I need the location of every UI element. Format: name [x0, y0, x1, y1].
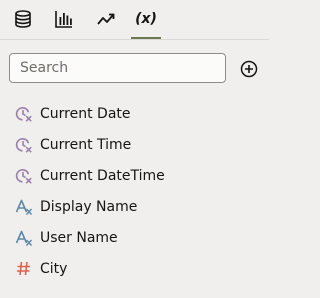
search-box[interactable] [9, 53, 226, 83]
search-input[interactable] [10, 54, 225, 82]
tab-divider [0, 39, 269, 40]
list-item[interactable]: User Name [0, 222, 269, 253]
list-item[interactable]: City [0, 253, 269, 284]
list-item[interactable]: Display Name [0, 191, 269, 222]
tab-bar: (x) [0, 0, 269, 40]
tab-parameters[interactable]: (x) [131, 0, 161, 39]
item-label: Current Time [40, 136, 132, 153]
item-label: City [40, 260, 68, 277]
tab-analytics[interactable] [93, 0, 119, 37]
parameter-list: Current Date Current Time Current DateTi… [0, 98, 269, 284]
list-item[interactable]: Current Time [0, 129, 269, 160]
tab-data[interactable] [10, 0, 36, 37]
formula-icon: (x) [135, 10, 157, 27]
text-function-icon [15, 198, 33, 216]
list-item[interactable]: Current Date [0, 98, 269, 129]
trend-icon [97, 13, 115, 25]
clock-function-icon [15, 167, 33, 185]
plus-circle-icon [240, 60, 258, 78]
database-icon [15, 9, 31, 28]
number-parameter-icon [15, 260, 33, 278]
clock-function-icon [15, 105, 33, 123]
bar-chart-icon [55, 10, 72, 28]
clock-function-icon [15, 136, 33, 154]
tab-visualizations[interactable] [51, 0, 77, 37]
item-label: Current Date [40, 105, 131, 122]
item-label: Display Name [40, 198, 138, 215]
list-item[interactable]: Current DateTime [0, 160, 269, 191]
add-parameter-button[interactable] [240, 60, 258, 78]
item-label: Current DateTime [40, 167, 165, 184]
text-function-icon [15, 229, 33, 247]
item-label: User Name [40, 229, 118, 246]
